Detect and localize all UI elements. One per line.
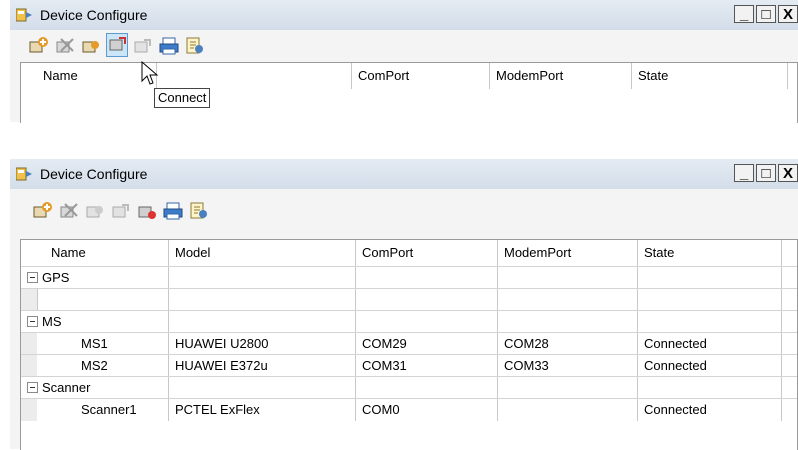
- print-icon[interactable]: [162, 201, 184, 221]
- grid-header: Name Model ComPort ModemPort State: [21, 240, 797, 266]
- column-header-name[interactable]: Name: [21, 63, 157, 89]
- device-configure-window-bottom: Device Configure _ □ X Name Model ComPor…: [10, 159, 798, 450]
- window-title: Device Configure: [40, 166, 148, 182]
- table-cell: [169, 289, 356, 311]
- minimize-button[interactable]: _: [734, 164, 754, 182]
- device-state-cell: Connected: [638, 399, 782, 421]
- group-label: GPS: [42, 270, 70, 285]
- properties-icon[interactable]: [188, 201, 210, 221]
- column-header-modemport[interactable]: ModemPort: [498, 240, 638, 266]
- title-bar: Device Configure _ □ X: [10, 159, 798, 189]
- add-device-icon[interactable]: [32, 201, 54, 221]
- table-cell: [638, 289, 782, 311]
- minimize-button[interactable]: _: [734, 5, 754, 23]
- maximize-button[interactable]: □: [756, 5, 776, 23]
- toolbar: [10, 30, 798, 62]
- table-row[interactable]: MS1 HUAWEI U2800 COM29 COM28 Connected: [21, 332, 797, 355]
- table-cell: [169, 267, 356, 289]
- collapse-toggle-icon[interactable]: [27, 316, 38, 327]
- device-name-cell: MS2: [37, 355, 169, 377]
- group-row-scanner[interactable]: Scanner: [21, 376, 797, 399]
- properties-icon[interactable]: [184, 36, 206, 56]
- column-header-modemport[interactable]: ModemPort: [490, 63, 632, 89]
- table-cell: [356, 267, 498, 289]
- collapse-toggle-icon[interactable]: [27, 272, 38, 283]
- device-model-cell: HUAWEI E372u: [169, 355, 356, 377]
- window-title: Device Configure: [40, 7, 148, 23]
- group-label: MS: [42, 314, 62, 329]
- device-comport-cell: COM31: [356, 355, 498, 377]
- indent-bar: [21, 399, 37, 421]
- table-cell: [169, 377, 356, 399]
- device-modemport-cell: COM28: [498, 333, 638, 355]
- collapse-toggle-icon[interactable]: [27, 382, 38, 393]
- toolbar: [10, 195, 798, 227]
- device-model-cell: HUAWEI U2800: [169, 333, 356, 355]
- table-row-empty: [21, 288, 797, 311]
- device-grid: Name ComPort ModemPort State: [20, 62, 798, 123]
- disconnect-icon[interactable]: [132, 36, 154, 56]
- print-icon[interactable]: [158, 36, 180, 56]
- column-header-comport[interactable]: ComPort: [356, 240, 498, 266]
- table-cell: [169, 311, 356, 333]
- grid-header: Name ComPort ModemPort State: [21, 63, 797, 89]
- device-comport-cell: COM29: [356, 333, 498, 355]
- group-label: Scanner: [42, 380, 91, 395]
- table-row[interactable]: MS2 HUAWEI E372u COM31 COM33 Connected: [21, 354, 797, 377]
- edit-device-icon[interactable]: [80, 36, 102, 56]
- table-cell: [498, 311, 638, 333]
- device-modemport-cell: [498, 399, 638, 421]
- close-button[interactable]: X: [778, 164, 798, 182]
- group-name-cell: MS: [21, 311, 169, 333]
- group-row-gps[interactable]: GPS: [21, 266, 797, 289]
- table-cell: [638, 311, 782, 333]
- add-device-icon[interactable]: [28, 36, 50, 56]
- group-name-cell: GPS: [21, 267, 169, 289]
- group-name-cell: Scanner: [21, 377, 169, 399]
- group-row-ms[interactable]: MS: [21, 310, 797, 333]
- connect-icon[interactable]: [110, 201, 132, 221]
- mouse-cursor-icon: [141, 61, 159, 85]
- device-name-cell: MS1: [37, 333, 169, 355]
- tooltip-connect: Connect: [154, 88, 211, 108]
- table-cell: [356, 289, 498, 311]
- indent-bar: [21, 289, 37, 311]
- connect-icon[interactable]: [106, 33, 128, 57]
- remove-device-icon[interactable]: [58, 201, 80, 221]
- app-icon: [16, 8, 32, 22]
- disconnect-icon[interactable]: [136, 201, 158, 221]
- device-modemport-cell: COM33: [498, 355, 638, 377]
- table-cell: [498, 289, 638, 311]
- column-header-state[interactable]: State: [638, 240, 782, 266]
- column-header-comport[interactable]: ComPort: [352, 63, 490, 89]
- device-model-cell: PCTEL ExFlex: [169, 399, 356, 421]
- table-cell: [498, 377, 638, 399]
- app-icon: [16, 167, 32, 181]
- device-comport-cell: COM0: [356, 399, 498, 421]
- device-name-cell: Scanner1: [37, 399, 169, 421]
- column-header-state[interactable]: State: [632, 63, 788, 89]
- table-row[interactable]: Scanner1 PCTEL ExFlex COM0 Connected: [21, 398, 797, 421]
- device-state-cell: Connected: [638, 333, 782, 355]
- table-cell: [638, 267, 782, 289]
- table-cell: [638, 377, 782, 399]
- close-button[interactable]: X: [778, 5, 798, 23]
- column-header-model[interactable]: Model: [169, 240, 356, 266]
- table-cell: [37, 289, 169, 311]
- table-cell: [356, 377, 498, 399]
- indent-bar: [21, 333, 37, 355]
- indent-bar: [21, 355, 37, 377]
- table-cell: [498, 267, 638, 289]
- column-header-name[interactable]: Name: [21, 240, 169, 266]
- device-state-cell: Connected: [638, 355, 782, 377]
- table-cell: [356, 311, 498, 333]
- device-configure-window-top: Device Configure _ □ X Name ComPort Mode…: [10, 0, 798, 123]
- device-grid: Name Model ComPort ModemPort State GPS M…: [20, 239, 798, 450]
- column-header-model[interactable]: [157, 63, 352, 89]
- maximize-button[interactable]: □: [756, 164, 776, 182]
- remove-device-icon[interactable]: [54, 36, 76, 56]
- title-bar: Device Configure _ □ X: [10, 0, 798, 30]
- edit-device-icon[interactable]: [84, 201, 106, 221]
